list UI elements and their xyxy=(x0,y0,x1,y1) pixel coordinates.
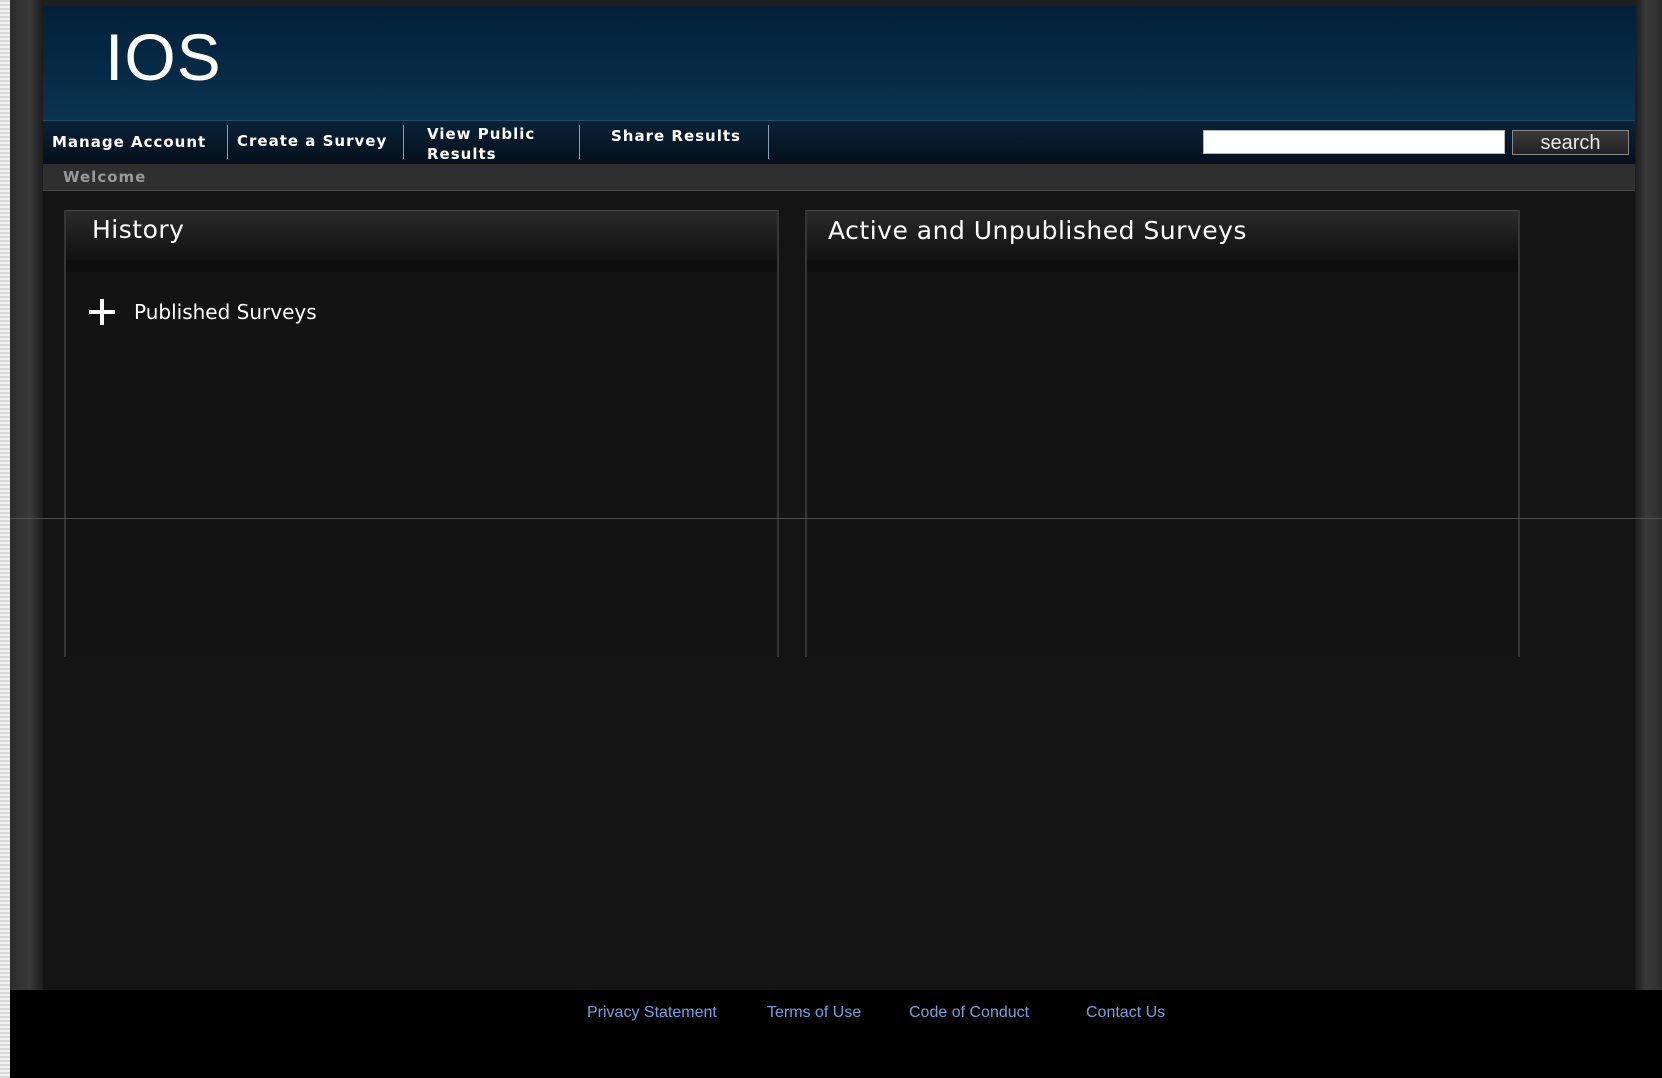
panel-subheader-bar xyxy=(66,260,777,272)
search-input[interactable] xyxy=(1203,130,1505,154)
active-surveys-panel: Active and Unpublished Surveys xyxy=(805,210,1520,657)
right-rail xyxy=(1635,0,1662,990)
nav-share-results[interactable]: Share Results xyxy=(611,126,741,146)
nav-separator xyxy=(403,125,404,159)
outer-background: IOS Manage Account Create a Survey View … xyxy=(10,0,1662,990)
search-button[interactable]: search xyxy=(1512,130,1629,155)
horizontal-divider-line xyxy=(10,518,1662,519)
active-surveys-panel-title: Active and Unpublished Surveys xyxy=(828,216,1247,245)
nav-separator xyxy=(227,125,228,159)
published-surveys-toggle[interactable]: Published Surveys xyxy=(88,298,317,326)
plus-icon[interactable] xyxy=(88,298,116,326)
footer-link-privacy[interactable]: Privacy Statement xyxy=(587,1004,717,1022)
left-edge-stripe xyxy=(0,0,10,1078)
nav-separator xyxy=(768,125,769,159)
site-logo[interactable]: IOS xyxy=(105,24,222,90)
main-nav: Manage Account Create a Survey View Publ… xyxy=(43,120,1635,164)
footer: Privacy Statement Terms of Use Code of C… xyxy=(10,990,1662,1078)
breadcrumb: Welcome xyxy=(63,168,147,186)
history-panel: History Published Surveys xyxy=(64,210,779,657)
browser-frame: IOS Manage Account Create a Survey View … xyxy=(10,0,1662,1078)
nav-manage-account[interactable]: Manage Account xyxy=(52,132,206,152)
breadcrumb-bar: Welcome xyxy=(43,164,1635,191)
history-panel-header: History xyxy=(66,210,777,260)
page-container: IOS Manage Account Create a Survey View … xyxy=(43,6,1635,990)
header-banner: IOS xyxy=(43,6,1635,120)
footer-link-code-of-conduct[interactable]: Code of Conduct xyxy=(909,1004,1029,1022)
footer-link-terms[interactable]: Terms of Use xyxy=(767,1004,861,1022)
nav-view-public-results[interactable]: View Public Results xyxy=(427,124,567,164)
published-surveys-label[interactable]: Published Surveys xyxy=(134,300,317,324)
nav-create-survey[interactable]: Create a Survey xyxy=(237,131,387,151)
footer-link-contact[interactable]: Contact Us xyxy=(1086,1004,1165,1022)
nav-separator xyxy=(579,125,580,159)
history-panel-title: History xyxy=(92,215,185,244)
panel-subheader-bar xyxy=(807,260,1518,272)
left-rail xyxy=(10,0,43,990)
active-surveys-panel-header: Active and Unpublished Surveys xyxy=(807,210,1518,260)
